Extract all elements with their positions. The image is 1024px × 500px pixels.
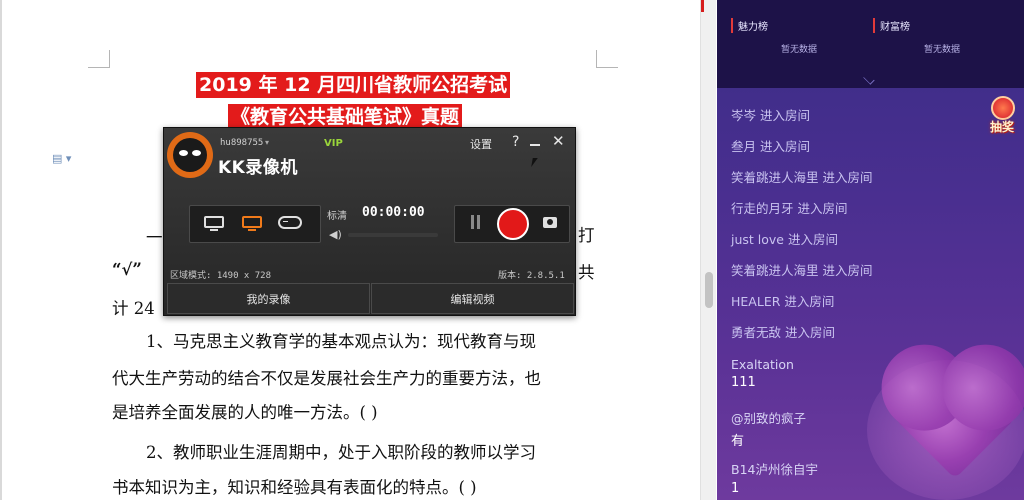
live-chat-panel: 魅力榜 财富榜 暂无数据 暂无数据 抽奖 岑岑 进入房间 叁月 进入房间 笑着跳进人海里…	[717, 0, 1024, 500]
camera-icon[interactable]	[543, 217, 557, 228]
empty-state: 暂无数据	[781, 45, 818, 55]
chat-username[interactable]: 岑岑	[731, 108, 756, 123]
chat-username[interactable]: Exaltation	[731, 357, 794, 372]
volume-slider[interactable]	[348, 233, 438, 237]
chat-comment: @别致的疯子有	[731, 408, 806, 449]
chat-entry: 笑着跳进人海里 进入房间	[731, 263, 873, 279]
tab-charm-rank[interactable]: 魅力榜	[731, 18, 768, 33]
chat-action: 进入房间	[760, 139, 811, 154]
lottery-button[interactable]: 抽奖	[984, 96, 1020, 142]
fullscreen-mode-icon[interactable]	[202, 214, 226, 232]
empty-state: 暂无数据	[924, 45, 961, 55]
username[interactable]: hu898755	[220, 138, 263, 148]
crop-mark-left	[88, 50, 110, 68]
kk-recorder-window[interactable]: hu898755 ▾ VIP KK录像机 设置 ? ✕ 标清 00:00:00 …	[163, 127, 576, 316]
paragraph-icon[interactable]: ▤ ▾	[52, 152, 71, 165]
chat-username[interactable]: HEALER	[731, 294, 780, 309]
chat-comment: Exaltation 111	[731, 357, 794, 390]
chevron-down-icon[interactable]	[863, 73, 875, 85]
scrollbar-thumb[interactable]	[705, 272, 713, 308]
chat-action: 进入房间	[822, 170, 873, 185]
fragment-text: 共	[578, 263, 595, 282]
chat-action: 进入房间	[797, 201, 848, 216]
recording-timer: 00:00:00	[362, 205, 425, 220]
ranking-header: 魅力榜 财富榜 暂无数据 暂无数据	[717, 0, 1024, 88]
question-1-line: 是培养全面发展的人的唯一方法。( )	[112, 403, 378, 422]
chat-entry: 岑岑 进入房间	[731, 108, 810, 124]
chat-action: 进入房间	[760, 108, 811, 123]
chat-entry: 笑着跳进人海里 进入房间	[731, 170, 873, 186]
edit-video-button[interactable]: 编辑视频	[371, 283, 574, 314]
chat-action: 进入房间	[788, 232, 839, 247]
chat-username[interactable]: @别致的疯子	[731, 408, 806, 427]
chat-action: 进入房间	[822, 263, 873, 278]
crop-mark-right	[596, 50, 618, 68]
chat-username[interactable]: 行走的月牙	[731, 201, 794, 216]
chat-comment: B14泸州徐自宇 1	[731, 459, 818, 496]
page-edge	[0, 0, 2, 500]
document-title-line1: 2019 年 12 月四川省教师公招考试	[196, 72, 511, 98]
chat-entry: just love 进入房间	[731, 232, 838, 248]
vip-badge[interactable]: VIP	[324, 138, 343, 149]
chat-username[interactable]: 勇者无敌	[731, 325, 781, 340]
lottery-icon	[991, 96, 1015, 120]
chat-action: 进入房间	[785, 325, 836, 340]
fragment-text: 计 24	[112, 299, 155, 318]
settings-button[interactable]: 设置	[470, 136, 492, 152]
record-controls	[454, 205, 570, 243]
chat-comment-text: 有	[731, 434, 745, 449]
chat-entry: 勇者无敌 进入房间	[731, 325, 835, 341]
scroll-marker	[701, 0, 704, 12]
pause-icon[interactable]	[471, 215, 481, 229]
document-scrollbar[interactable]	[700, 0, 716, 500]
help-button[interactable]: ?	[512, 134, 519, 150]
chat-comment-text: 111	[731, 375, 756, 390]
question-2-line: 书本知识为主，知识和经验具有表面化的特点。( )	[112, 478, 477, 497]
tab-wealth-rank[interactable]: 财富榜	[873, 18, 910, 33]
app-title: KK录像机	[218, 158, 298, 178]
minimize-button[interactable]	[530, 144, 540, 146]
close-button[interactable]: ✕	[552, 132, 565, 150]
question-1-line: 代大生产劳动的结合不仅是发展社会生产力的重要方法，也	[112, 369, 541, 388]
kk-logo-icon	[167, 132, 213, 178]
question-2-line: 2、教师职业生涯周期中，处于入职阶段的教师以学习	[146, 443, 536, 462]
region-mode-icon[interactable]	[240, 214, 264, 232]
lottery-label: 抽奖	[989, 120, 1014, 134]
chat-entry: HEALER 进入房间	[731, 294, 834, 310]
fragment-text: “√”	[112, 260, 142, 279]
chat-username[interactable]: 叁月	[731, 139, 756, 154]
volume-icon[interactable]: ◀)	[329, 228, 342, 241]
record-button[interactable]	[497, 208, 529, 240]
chat-username[interactable]: B14泸州徐自宇	[731, 459, 818, 478]
region-mode-text: 区域模式: 1490 x 728	[170, 271, 272, 281]
chat-username[interactable]: 笑着跳进人海里	[731, 263, 819, 278]
quality-selector[interactable]: 标清	[327, 207, 347, 222]
chat-comment-text: 1	[731, 481, 740, 496]
chat-username[interactable]: 笑着跳进人海里	[731, 170, 819, 185]
chevron-down-icon[interactable]: ▾	[265, 138, 269, 147]
question-1-line: 1、马克思主义教育学的基本观点认为：现代教育与现	[146, 332, 536, 351]
chat-username[interactable]: just love	[731, 232, 784, 247]
fragment-text: 打	[578, 226, 595, 245]
game-mode-icon[interactable]	[278, 214, 302, 232]
chat-action: 进入房间	[784, 294, 835, 309]
my-recordings-button[interactable]: 我的录像	[167, 283, 370, 314]
chat-entry: 叁月 进入房间	[731, 139, 810, 155]
chat-entry: 行走的月牙 进入房间	[731, 201, 848, 217]
capture-mode-panel	[189, 205, 321, 243]
version-text: 版本: 2.8.5.1	[498, 271, 565, 281]
